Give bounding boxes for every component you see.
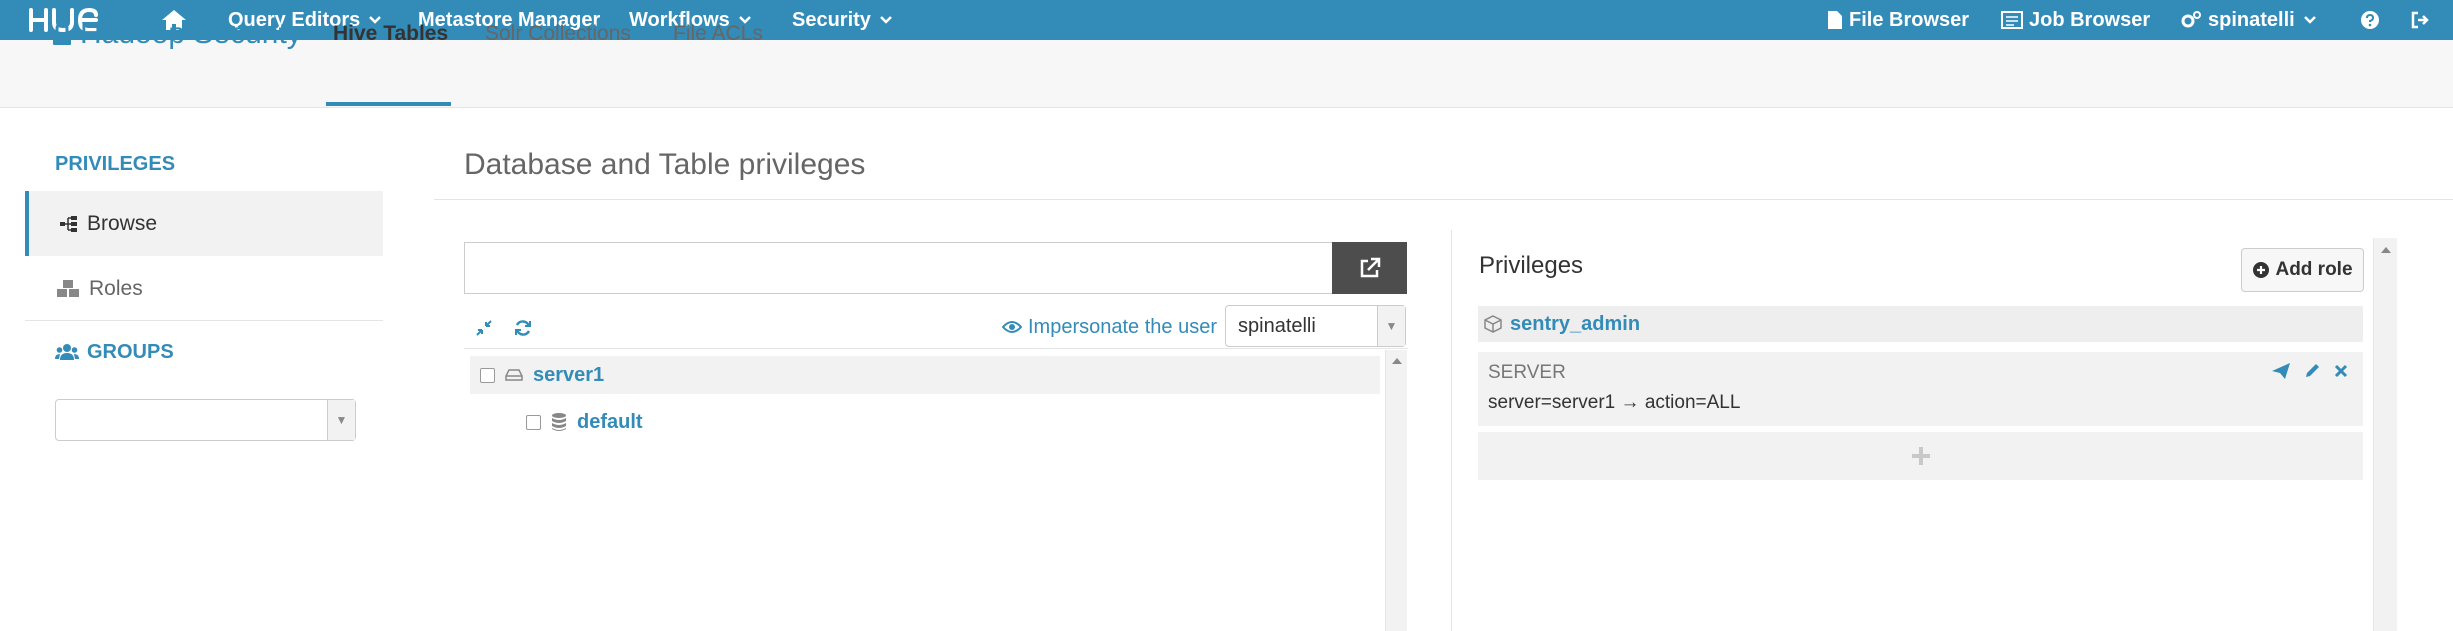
eye-icon	[1002, 321, 1022, 333]
job-browser-link[interactable]: Job Browser	[2001, 0, 2150, 40]
tab-solr-collections[interactable]: Solr Collections	[485, 16, 631, 52]
chevron-down-icon	[880, 16, 892, 24]
refresh-button[interactable]	[511, 316, 535, 340]
groups-select[interactable]: ▼	[55, 399, 356, 441]
tab-hive-tables[interactable]: Hive Tables	[333, 16, 448, 52]
select-arrow-icon: ▼	[1377, 306, 1405, 346]
plus-icon	[1911, 447, 1930, 465]
sidebar-item-roles[interactable]: Roles	[25, 256, 383, 321]
question-circle-icon	[2361, 11, 2379, 29]
pencil-icon[interactable]	[2303, 362, 2321, 380]
add-privilege-button[interactable]	[1478, 432, 2363, 480]
add-role-label: Add role	[2275, 259, 2353, 280]
add-role-button[interactable]: Add role	[2241, 248, 2364, 292]
security-menu[interactable]: Security	[792, 0, 899, 40]
file-icon	[1828, 11, 1842, 29]
database-label: default	[577, 410, 643, 433]
logout-button[interactable]	[2410, 0, 2436, 40]
database-checkbox[interactable]	[526, 414, 541, 430]
security-label: Security	[792, 8, 871, 31]
role-row[interactable]: sentry_admin	[1478, 306, 2363, 342]
list-alt-icon	[2001, 11, 2023, 29]
compress-icon	[476, 320, 492, 336]
groups-header: GROUPS	[55, 337, 174, 367]
scroll-up-icon[interactable]	[2381, 247, 2391, 253]
file-browser-label: File Browser	[1849, 8, 1970, 31]
sidebar-item-browse[interactable]: Browse	[25, 191, 383, 256]
impersonate-user-value: spinatelli	[1238, 314, 1316, 337]
sign-out-icon	[2411, 11, 2429, 29]
cubes-icon	[57, 279, 79, 297]
cube-icon	[1484, 315, 1502, 333]
open-path-button[interactable]	[1332, 242, 1407, 294]
lock-icon	[53, 22, 71, 45]
sitemap-icon	[60, 215, 77, 232]
plus-circle-icon	[2253, 262, 2270, 278]
privilege-card: SERVER server=server1 → action=ALL	[1478, 352, 2363, 426]
cogs-icon	[2181, 11, 2201, 28]
page-title: Database and Table privileges	[464, 148, 866, 181]
external-link-icon	[1360, 257, 1380, 278]
server-label: server1	[533, 363, 605, 386]
privilege-scope: server=server1	[1488, 392, 1616, 413]
impersonate-user-select[interactable]: spinatelli ▼	[1225, 305, 1406, 347]
refresh-icon	[515, 320, 531, 336]
arrow-right-icon: →	[1620, 392, 1640, 413]
privilege-actions	[2271, 362, 2349, 380]
sidebar-item-label: Browse	[87, 211, 158, 235]
users-icon	[55, 344, 79, 360]
privileges-header: PRIVILEGES	[55, 152, 176, 175]
tree-node-database[interactable]: default	[516, 403, 1380, 441]
groups-header-label: GROUPS	[87, 340, 174, 363]
impersonate-toggle[interactable]: Impersonate the user	[1002, 312, 1217, 342]
help-button[interactable]	[2360, 0, 2386, 40]
select-arrow-icon: ▼	[327, 400, 355, 440]
active-tab-indicator	[326, 102, 451, 106]
path-search-input[interactable]	[464, 242, 1333, 294]
title-divider	[434, 199, 2453, 200]
close-icon[interactable]	[2333, 362, 2349, 380]
app-title[interactable]: Hadoop Security	[52, 16, 302, 52]
privilege-action: action=ALL	[1644, 392, 1741, 413]
privilege-type: SERVER	[1488, 362, 1566, 383]
server-checkbox[interactable]	[480, 367, 495, 383]
user-label: spinatelli	[2208, 8, 2295, 31]
chevron-down-icon	[2303, 16, 2316, 24]
impersonate-label: Impersonate the user	[1028, 315, 1217, 338]
privilege-detail: server=server1 → action=ALL	[1488, 392, 1740, 414]
privileges-scrollbar[interactable]	[2373, 238, 2397, 631]
tree-node-server[interactable]: server1	[470, 356, 1380, 394]
sidebar-divider	[25, 320, 383, 321]
job-browser-label: Job Browser	[2029, 8, 2151, 31]
tab-file-acls[interactable]: File ACLs	[673, 16, 763, 52]
hdd-icon	[505, 369, 523, 381]
collapse-all-button[interactable]	[472, 316, 496, 340]
database-icon	[552, 413, 566, 431]
scroll-up-icon[interactable]	[1392, 358, 1402, 364]
file-browser-link[interactable]: File Browser	[1827, 0, 1969, 40]
privileges-title: Privileges	[1479, 252, 1584, 279]
role-name: sentry_admin	[1510, 312, 1641, 335]
sidebar-item-label: Roles	[89, 276, 143, 300]
app-title-label: Hadoop Security	[80, 17, 302, 50]
user-menu[interactable]: spinatelli	[2180, 0, 2323, 40]
send-icon[interactable]	[2271, 362, 2291, 380]
tree-divider	[464, 348, 1408, 349]
tree-scrollbar[interactable]	[1385, 350, 1407, 631]
